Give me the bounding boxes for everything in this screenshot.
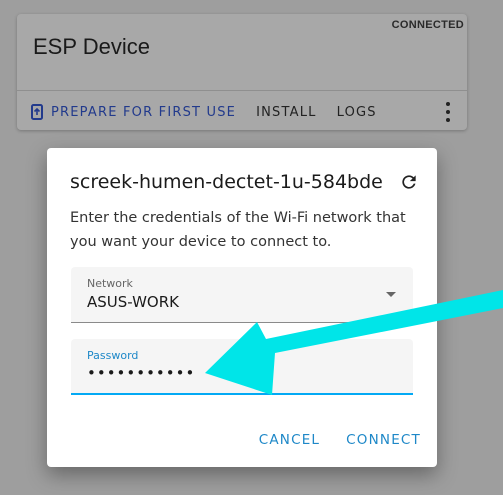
password-field[interactable]: Password ••••••••••• <box>71 339 413 395</box>
prepare-first-use-button[interactable]: PREPARE FOR FIRST USE <box>31 104 236 120</box>
dropdown-arrow-icon[interactable] <box>386 292 396 297</box>
password-label: Password <box>87 349 139 362</box>
dialog-title: screek-humen-dectet-1u-584bde <box>70 171 383 193</box>
network-select[interactable]: Network ASUS-WORK <box>71 267 413 323</box>
connect-button[interactable]: CONNECT <box>346 432 421 448</box>
password-value[interactable]: ••••••••••• <box>87 364 195 382</box>
dialog-description: Enter the credentials of the Wi-Fi netwo… <box>70 210 406 250</box>
logs-button[interactable]: LOGS <box>337 105 377 120</box>
divider <box>17 90 467 91</box>
status-badge: CONNECTED <box>391 19 464 31</box>
refresh-icon[interactable] <box>399 172 419 192</box>
network-label: Network <box>87 277 133 290</box>
prepare-label: PREPARE FOR FIRST USE <box>51 104 237 120</box>
more-vert-icon[interactable] <box>445 102 451 122</box>
network-value: ASUS-WORK <box>87 293 179 311</box>
cancel-button[interactable]: CANCEL <box>259 432 320 448</box>
dialog-actions: CANCEL CONNECT <box>233 432 421 448</box>
device-upload-icon <box>31 104 43 120</box>
device-card: ESP Device CONNECTED PREPARE FOR FIRST U… <box>17 14 467 130</box>
device-title: ESP Device <box>33 34 150 59</box>
install-button[interactable]: INSTALL <box>256 105 317 120</box>
wifi-dialog: screek-humen-dectet-1u-584bde Enter the … <box>47 148 437 467</box>
card-actions: PREPARE FOR FIRST USE INSTALL LOGS <box>17 99 467 125</box>
